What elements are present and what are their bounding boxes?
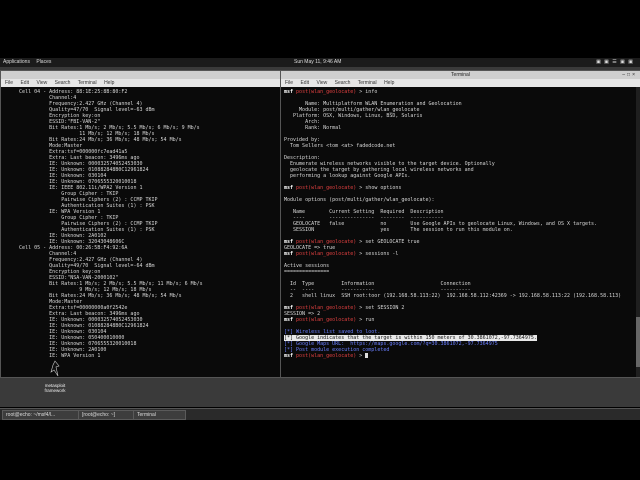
prompt-module: post(wlan_geolocate) bbox=[296, 251, 357, 257]
prompt-module: post(wlan_geolocate) bbox=[296, 353, 357, 359]
terminal-line: 2 shell linux SSH root:toor (192.168.58.… bbox=[284, 293, 622, 299]
prompt-command: > info bbox=[356, 89, 378, 95]
prompt-command: > set GEOLOCATE true bbox=[356, 239, 420, 245]
prompt-command: > set SESSION 2 bbox=[356, 305, 405, 311]
menu-help[interactable]: Help bbox=[384, 80, 394, 86]
menu-view[interactable]: View bbox=[316, 80, 327, 86]
metasploit-desktop-icon[interactable]: metasploit framework bbox=[40, 360, 70, 400]
top-menu: Applications Places bbox=[3, 58, 56, 67]
left-terminal-output[interactable]: Cell 04 - Address: 88:1E:25:8B:80:F2 Cha… bbox=[1, 87, 280, 361]
terminal-line: IE: WPA Version 1 bbox=[4, 353, 101, 359]
metasploit-icon bbox=[50, 360, 60, 377]
terminal-window-right[interactable]: Terminal –□× File Edit View Search Termi… bbox=[280, 70, 640, 378]
scrollbar[interactable] bbox=[636, 87, 640, 377]
left-titlebar[interactable] bbox=[1, 71, 280, 79]
prompt-user: msf bbox=[284, 353, 297, 359]
prompt-user: msf bbox=[284, 251, 297, 257]
taskbar: root@echo: ~/msf4/l... [root@echo: ~] Te… bbox=[0, 408, 640, 420]
menu-edit[interactable]: Edit bbox=[300, 80, 309, 86]
terminal-window-left[interactable]: File Edit View Search Terminal Help Cell… bbox=[0, 70, 281, 378]
menu-file[interactable]: File bbox=[285, 80, 293, 86]
menu-search[interactable]: Search bbox=[55, 80, 71, 86]
menu-help[interactable]: Help bbox=[104, 80, 114, 86]
text-cursor bbox=[365, 353, 369, 358]
prompt-user: msf bbox=[284, 89, 297, 95]
menu-terminal[interactable]: Terminal bbox=[78, 80, 97, 86]
icon-label-2: framework bbox=[44, 388, 66, 393]
taskbar-item[interactable]: Terminal bbox=[133, 410, 186, 420]
prompt-command: > run bbox=[356, 317, 375, 323]
applications-menu[interactable]: Applications bbox=[3, 59, 30, 65]
window-title: Terminal bbox=[451, 72, 470, 78]
prompt-command: > bbox=[356, 353, 366, 359]
menu-edit[interactable]: Edit bbox=[20, 80, 29, 86]
left-menubar: File Edit View Search Terminal Help bbox=[1, 79, 280, 87]
prompt-module: post(wlan_geolocate) bbox=[296, 89, 357, 95]
prompt-command: > sessions -l bbox=[356, 251, 399, 257]
prompt-user: msf bbox=[284, 317, 297, 323]
taskbar-item[interactable]: root@echo: ~/msf4/l... bbox=[2, 410, 80, 420]
prompt-command: > show options bbox=[356, 185, 402, 191]
right-titlebar[interactable]: Terminal –□× bbox=[281, 71, 640, 79]
menu-view[interactable]: View bbox=[36, 80, 47, 86]
prompt-module: post(wlan_geolocate) bbox=[296, 317, 357, 323]
menu-terminal[interactable]: Terminal bbox=[358, 80, 377, 86]
clock[interactable]: Sun May 11, 9:46 AM bbox=[294, 58, 341, 67]
prompt-module: post(wlan_geolocate) bbox=[296, 185, 357, 191]
terminal-line: msf post(wlan_geolocate) > bbox=[284, 353, 637, 359]
top-panel: Applications Places Sun May 11, 9:46 AM … bbox=[0, 58, 640, 67]
right-menubar: File Edit View Search Terminal Help bbox=[281, 79, 640, 87]
menu-file[interactable]: File bbox=[5, 80, 13, 86]
window-controls[interactable]: –□× bbox=[622, 71, 637, 79]
taskbar-item[interactable]: [root@echo: ~] bbox=[78, 410, 136, 420]
prompt-user: msf bbox=[284, 185, 297, 191]
close-icon[interactable]: × bbox=[632, 72, 637, 78]
system-tray[interactable]: ▣ ▣ ☰ ▣ ▣ bbox=[596, 58, 634, 67]
places-menu[interactable]: Places bbox=[36, 59, 51, 65]
scrollbar-thumb[interactable] bbox=[636, 317, 640, 367]
right-terminal-output[interactable]: msf post(wlan_geolocate) > info Name: Mu… bbox=[281, 87, 640, 361]
menu-search[interactable]: Search bbox=[335, 80, 351, 86]
